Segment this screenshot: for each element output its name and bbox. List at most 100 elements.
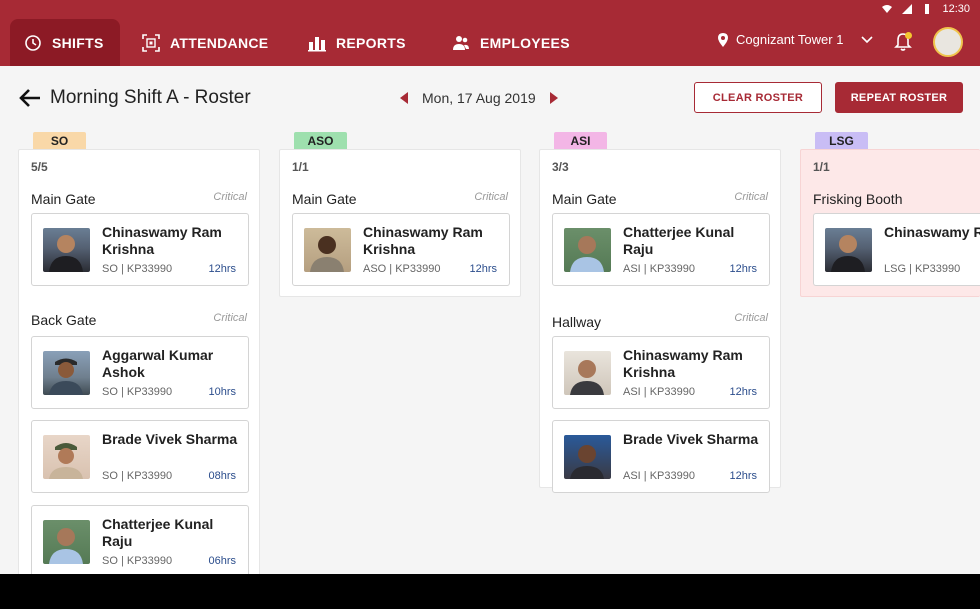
- employee-photo: [564, 228, 611, 272]
- employee-id: SO | KP33990: [102, 263, 173, 275]
- employee-photo: [304, 228, 351, 272]
- roster-content: Morning Shift A - Roster Mon, 17 Aug 201…: [0, 66, 980, 574]
- column-card: 1/1 Main Gate Critical Chinaswamy Ram Kr…: [279, 149, 521, 297]
- tab-employees[interactable]: EMPLOYEES: [452, 19, 570, 66]
- employee-hours: 12hrs: [729, 470, 757, 482]
- employee-card[interactable]: Brade Vivek Sharma ASI | KP33990 12hrs: [552, 420, 770, 493]
- employee-photo: [564, 435, 611, 479]
- employee-hours: 08hrs: [208, 470, 236, 482]
- column-card: 3/3 Main Gate Critical Chatterjee Kunal …: [539, 149, 781, 493]
- status-bar: 12:30: [882, 2, 970, 16]
- post-name: Main Gate: [31, 191, 96, 207]
- employee-id: ASO | KP33990: [363, 263, 441, 275]
- bar-chart-icon: [308, 36, 326, 51]
- back-arrow-icon[interactable]: [18, 86, 42, 110]
- app-bar: 12:30 SHIFTS ATTENDANCE REPORTS EMPLOYEE…: [0, 0, 980, 66]
- employee-card[interactable]: Chinaswamy Ram Krishna LSG | KP33990: [813, 213, 980, 286]
- post-priority: Critical: [213, 312, 247, 324]
- role-tag: ASO: [294, 132, 347, 149]
- employee-card[interactable]: Chinaswamy Ram Krishna ASI | KP33990 12h…: [552, 336, 770, 409]
- employee-hours: 12hrs: [729, 386, 757, 398]
- signal-icon: [902, 4, 913, 14]
- post-name: Main Gate: [292, 191, 357, 207]
- post-priority: Critical: [213, 191, 247, 203]
- notification-dot: [905, 32, 912, 39]
- employee-photo: [564, 351, 611, 395]
- tab-label: SHIFTS: [52, 34, 104, 51]
- tab-shifts[interactable]: SHIFTS: [10, 19, 120, 66]
- location-pin-icon: [718, 32, 728, 47]
- tab-label: EMPLOYEES: [480, 34, 570, 51]
- column-card: 5/5 Main Gate Critical Chinaswamy Ram Kr…: [18, 149, 260, 574]
- post-count: 1/1: [292, 160, 309, 174]
- post-count: 5/5: [31, 160, 48, 174]
- employee-hours: 12hrs: [729, 263, 757, 275]
- role-tag: LSG: [815, 132, 868, 149]
- battery-icon: [925, 4, 930, 14]
- employee-card[interactable]: Chatterjee Kunal Raju ASI | KP33990 12hr…: [552, 213, 770, 286]
- employee-photo: [43, 351, 90, 395]
- status-time: 12:30: [942, 3, 970, 15]
- tab-label: REPORTS: [336, 34, 406, 51]
- current-date: Mon, 17 Aug 2019: [422, 90, 536, 106]
- role-tag: ASI: [554, 132, 607, 149]
- employee-id: SO | KP33990: [102, 470, 173, 482]
- chevron-down-icon: [861, 35, 874, 43]
- system-nav-bar: [0, 574, 980, 609]
- people-icon: [453, 35, 469, 50]
- clock-icon: [25, 34, 41, 51]
- employee-id: LSG | KP33990: [884, 263, 961, 275]
- wifi-icon: [882, 5, 893, 13]
- employee-name: Chinaswamy Ram Krishna: [623, 347, 743, 380]
- employee-card[interactable]: Brade Vivek Sharma SO | KP33990 08hrs: [31, 420, 249, 493]
- employee-card[interactable]: Chinaswamy Ram Krishna ASO | KP33990 12h…: [292, 213, 510, 286]
- employee-card[interactable]: Chatterjee Kunal Raju SO | KP33990 06hrs: [31, 505, 249, 574]
- post-priority: Critical: [474, 191, 508, 203]
- employee-hours: 10hrs: [208, 386, 236, 398]
- user-avatar[interactable]: [933, 27, 963, 57]
- site-name: Cognizant Tower 1: [736, 32, 844, 47]
- employee-name: Brade Vivek Sharma: [623, 431, 759, 447]
- employee-id: SO | KP33990: [102, 555, 173, 567]
- employee-id: SO | KP33990: [102, 386, 173, 398]
- employee-id: ASI | KP33990: [623, 470, 695, 482]
- employee-hours: 12hrs: [208, 263, 236, 275]
- post-count: 3/3: [552, 160, 569, 174]
- post-name: Main Gate: [552, 191, 617, 207]
- tab-attendance[interactable]: ATTENDANCE: [142, 19, 268, 66]
- employee-photo: [43, 520, 90, 564]
- employee-photo: [825, 228, 872, 272]
- column-card: 1/1 Frisking Booth Chinaswamy Ram Krishn…: [800, 149, 980, 297]
- post-name: Frisking Booth: [813, 191, 903, 207]
- employee-photo: [43, 228, 90, 272]
- employee-name: Brade Vivek Sharma: [102, 431, 238, 447]
- post-name: Hallway: [552, 314, 602, 330]
- employee-hours: 12hrs: [469, 263, 497, 275]
- next-date-icon[interactable]: [549, 92, 558, 104]
- employee-name: Chinaswamy Ram Krishna: [363, 224, 483, 257]
- tab-label: ATTENDANCE: [170, 34, 269, 51]
- date-navigator: Mon, 17 Aug 2019: [400, 90, 558, 106]
- repeat-roster-button[interactable]: REPEAT ROSTER: [835, 82, 963, 113]
- post-priority: Critical: [734, 312, 768, 324]
- qr-scan-icon: [142, 33, 160, 52]
- employee-name: Aggarwal Kumar Ashok: [102, 347, 214, 380]
- employee-id: ASI | KP33990: [623, 386, 695, 398]
- employee-hours: 06hrs: [208, 555, 236, 567]
- employee-card[interactable]: Chinaswamy Ram Krishna SO | KP33990 12hr…: [31, 213, 249, 286]
- role-tag: SO: [33, 132, 86, 149]
- prev-date-icon[interactable]: [400, 92, 408, 104]
- employee-name: Chinaswamy Ram Krishna: [884, 224, 980, 240]
- clear-roster-button[interactable]: CLEAR ROSTER: [694, 82, 822, 113]
- employee-name: Chatterjee Kunal Raju: [102, 516, 214, 549]
- post-name: Back Gate: [31, 312, 97, 328]
- tab-reports[interactable]: REPORTS: [308, 19, 406, 66]
- employee-card[interactable]: Aggarwal Kumar Ashok SO | KP33990 10hrs: [31, 336, 249, 409]
- employee-photo: [43, 435, 90, 479]
- site-selector[interactable]: Cognizant Tower 1: [718, 32, 874, 47]
- page-title: Morning Shift A - Roster: [50, 87, 251, 108]
- employee-id: ASI | KP33990: [623, 263, 695, 275]
- post-priority: Critical: [734, 191, 768, 203]
- post-count: 1/1: [813, 160, 830, 174]
- employee-name: Chinaswamy Ram Krishna: [102, 224, 222, 257]
